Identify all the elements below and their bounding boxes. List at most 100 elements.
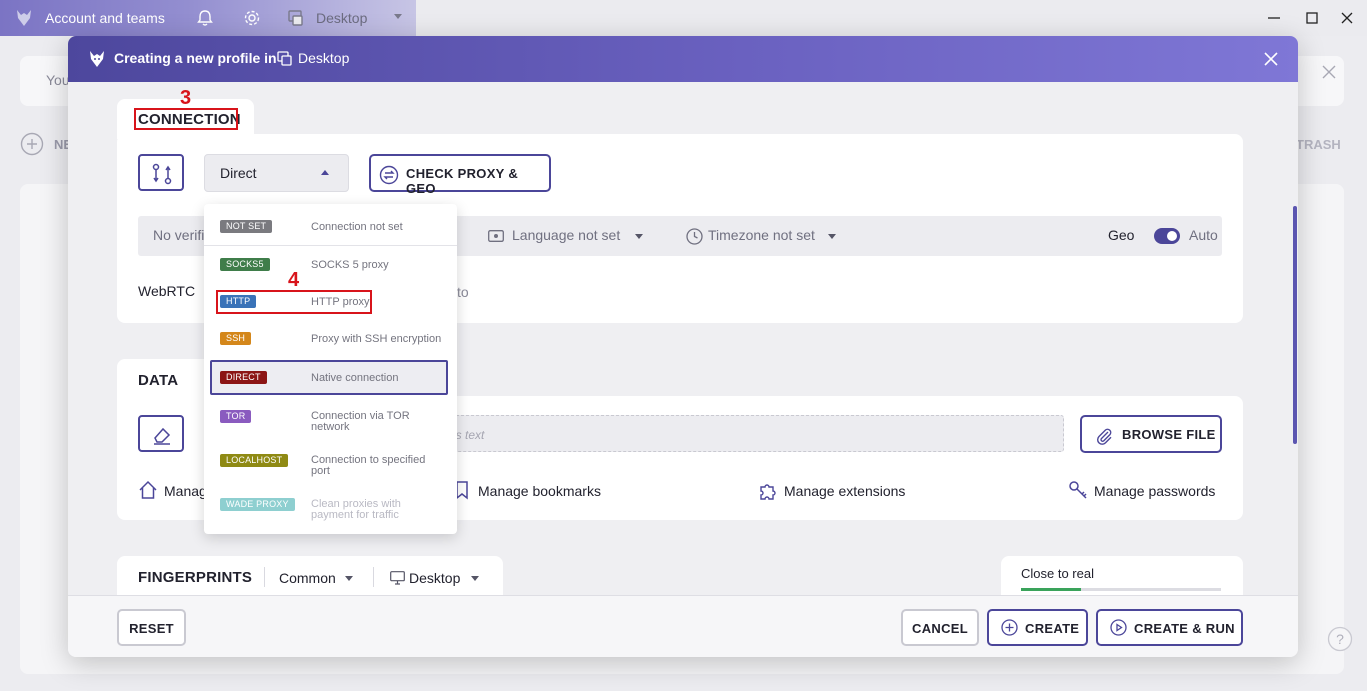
modal-header: Creating a new profile in Desktop: [68, 36, 1298, 82]
cancel-button[interactable]: CANCEL: [901, 609, 979, 646]
reset-button[interactable]: RESET: [117, 609, 186, 646]
fingerprint-mode-select[interactable]: Common: [279, 570, 336, 586]
manage-home-label: Manag: [164, 483, 207, 499]
puzzle-icon: [760, 484, 776, 500]
verification-status: No verifi: [153, 227, 205, 243]
home-icon: [139, 480, 157, 499]
desktop-icon: [277, 51, 292, 66]
annotation-number: 3: [180, 87, 192, 109]
maximize-icon[interactable]: [1304, 10, 1320, 26]
bell-icon[interactable]: [195, 8, 215, 28]
cookies-drop-area[interactable]: as text: [448, 415, 1064, 452]
menu-item-desc: Native connection: [311, 372, 399, 384]
closeness-fill: [1021, 588, 1081, 591]
modal-workspace: Desktop: [298, 50, 350, 66]
annotation-box-http: [216, 290, 372, 314]
add-icon[interactable]: [20, 132, 44, 156]
connection-type-select[interactable]: Direct: [204, 154, 349, 192]
clock-icon: [686, 228, 703, 245]
trash-button[interactable]: TRASH: [1296, 137, 1341, 152]
close-icon[interactable]: [1264, 52, 1278, 66]
menu-item-desc: Proxy with SSH encryption: [311, 333, 442, 345]
divider: [264, 567, 265, 587]
paperclip-icon: [1096, 428, 1112, 445]
gear-icon[interactable]: [242, 8, 262, 28]
chevron-down-icon[interactable]: [635, 234, 643, 239]
manage-bookmarks-label: Manage bookmarks: [478, 483, 601, 499]
window-title: Account and teams: [45, 10, 165, 26]
menu-item-desc: Clean proxies with payment for traffic: [311, 498, 401, 521]
menu-divider: [204, 245, 457, 246]
notice-text: You: [46, 72, 70, 88]
window-titlebar: Account and teams Desktop: [0, 0, 1367, 36]
menu-item-tor[interactable]: TOR Connection via TOR network: [210, 409, 448, 435]
workspace-selector[interactable]: Desktop: [316, 10, 367, 26]
menu-item-ssh[interactable]: SSH Proxy with SSH encryption: [210, 329, 448, 349]
cancel-label: CANCEL: [912, 621, 968, 636]
reset-label: RESET: [129, 621, 174, 636]
annotation-box-connection: [134, 108, 238, 130]
key-icon: [1069, 481, 1087, 499]
closeness-label: Close to real: [1021, 566, 1094, 581]
menu-item-direct[interactable]: DIRECT Native connection: [210, 360, 448, 395]
language-select[interactable]: Language not set: [512, 227, 620, 243]
modal-title: Creating a new profile in: [114, 50, 277, 66]
browse-file-button[interactable]: BROWSE FILE: [1080, 415, 1222, 453]
svg-text:?: ?: [1336, 631, 1344, 647]
geo-mode-label: Auto: [1189, 227, 1218, 243]
data-title: DATA: [138, 372, 179, 389]
manage-passwords-label: Manage passwords: [1094, 483, 1216, 499]
monitor-icon: [390, 571, 405, 585]
language-icon: [488, 230, 504, 242]
webrtc-value[interactable]: to: [457, 284, 469, 300]
menu-item-socks5[interactable]: SOCKS5 SOCKS 5 proxy: [210, 255, 448, 275]
browse-file-label: BROWSE FILE: [1122, 427, 1216, 442]
menu-item-desc: Connection to specified port: [311, 454, 426, 477]
badge-direct: DIRECT: [220, 371, 267, 384]
closeness-bar: [1021, 588, 1221, 591]
help-icon[interactable]: ?: [1327, 626, 1353, 652]
modal-footer: RESET CANCEL CREATE CREATE & RUN: [68, 595, 1298, 657]
check-proxy-button[interactable]: CHECK PROXY & GEO: [369, 154, 551, 196]
minimize-icon[interactable]: [1266, 10, 1282, 26]
play-circle-icon: [1110, 619, 1127, 636]
closeness-indicator: Close to real: [1001, 556, 1243, 596]
wolf-logo-icon: [17, 10, 31, 26]
fingerprints-title: FINGERPRINTS: [138, 569, 253, 586]
check-proxy-label: CHECK PROXY & GEO: [406, 166, 519, 196]
menu-item-wade-proxy[interactable]: WADE PROXY Clean proxies with payment fo…: [210, 497, 448, 523]
create-label: CREATE: [1025, 621, 1080, 636]
create-and-run-button[interactable]: CREATE & RUN: [1096, 609, 1243, 646]
chevron-down-icon[interactable]: [828, 234, 836, 239]
geo-auto-toggle[interactable]: [1154, 228, 1180, 244]
badge-ssh: SSH: [220, 332, 252, 345]
timezone-select[interactable]: Timezone not set: [708, 227, 815, 243]
chevron-down-icon[interactable]: [394, 14, 402, 19]
refresh-icon: [379, 165, 399, 185]
menu-item-not-set[interactable]: NOT SET Connection not set: [210, 217, 448, 237]
create-and-run-label: CREATE & RUN: [1134, 621, 1235, 636]
connection-type-menu: NOT SET Connection not set SOCKS5 SOCKS …: [204, 204, 457, 534]
close-icon[interactable]: [1339, 10, 1355, 26]
close-icon[interactable]: [1322, 65, 1336, 79]
menu-item-localhost[interactable]: LOCALHOST Connection to specified port: [210, 453, 448, 479]
menu-item-desc: Connection not set: [311, 221, 403, 233]
badge-localhost: LOCALHOST: [220, 454, 289, 467]
manage-extensions-label: Manage extensions: [784, 483, 906, 499]
chevron-down-icon[interactable]: [471, 576, 479, 581]
menu-item-desc: Connection via TOR network: [311, 410, 410, 433]
badge-tor: TOR: [220, 410, 252, 423]
badge-socks5: SOCKS5: [220, 258, 270, 271]
wolf-logo-icon: [90, 51, 104, 67]
proxy-mode-button[interactable]: [138, 154, 184, 191]
badge-not-set: NOT SET: [220, 220, 273, 233]
modal-scrollbar[interactable]: [1293, 206, 1297, 444]
annotation-number: 4: [288, 269, 300, 291]
fingerprint-platform-select[interactable]: Desktop: [409, 570, 460, 586]
chevron-up-icon: [321, 170, 329, 175]
create-button[interactable]: CREATE: [987, 609, 1088, 646]
clear-data-button[interactable]: [138, 415, 184, 452]
chevron-down-icon[interactable]: [345, 576, 353, 581]
webrtc-label: WebRTC: [138, 283, 196, 299]
eraser-icon: [154, 427, 171, 445]
